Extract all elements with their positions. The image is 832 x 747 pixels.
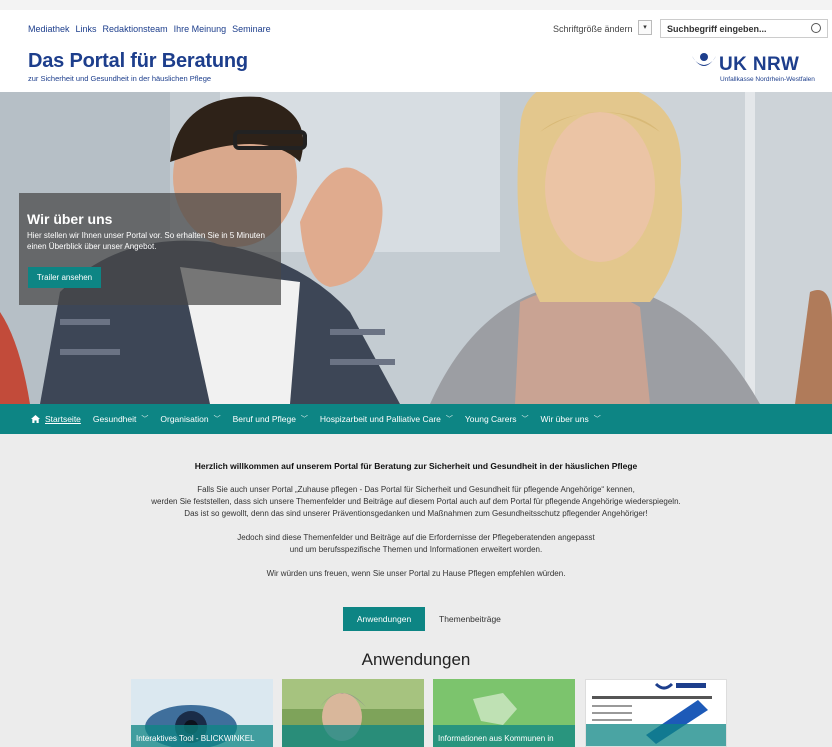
chevron-down-icon: ▾ [643, 24, 647, 31]
nav-beruf-und-pflege[interactable]: Beruf und Pflege ﹀ [233, 414, 308, 424]
welcome-text: Wir würden uns freuen, wenn Sie unser Po… [266, 569, 566, 578]
home-icon [31, 415, 40, 423]
welcome-section: Herzlich willkommen auf unserem Portal f… [0, 460, 832, 580]
card-kommunen[interactable]: Informationen aus Kommunen in [433, 679, 575, 747]
card-2[interactable] [282, 679, 424, 747]
chevron-down-icon: ﹀ [593, 416, 601, 423]
topnav-redaktionsteam[interactable]: Redaktionsteam [103, 24, 168, 34]
welcome-text: und um berufsspezifische Themen und Info… [289, 545, 543, 554]
nav-label: Gesundheit [92, 414, 137, 424]
logo-text: UK NRW [719, 54, 800, 75]
page-subtitle: zur Sicherheit und Gesundheit in der häu… [28, 74, 212, 83]
nav-label: Young Carers [464, 414, 517, 424]
hero-title: Wir über uns [27, 211, 113, 227]
card-caption: Informationen aus Kommunen in [433, 725, 575, 747]
nav-organisation[interactable]: Organisation ﹀ [160, 414, 220, 424]
card-selbstbewertung[interactable] [585, 679, 727, 747]
chevron-down-icon: ﹀ [521, 416, 529, 423]
content-tabs: Anwendungen Themenbeiträge [343, 607, 501, 631]
topnav-ihre-meinung[interactable]: Ihre Meinung [174, 24, 227, 34]
hero-overlay: Wir über uns Hier stellen wir Ihnen unse… [19, 193, 281, 305]
chevron-down-icon: ﹀ [445, 416, 453, 423]
topnav-seminare[interactable]: Seminare [232, 24, 271, 34]
topnav-mediathek[interactable]: Mediathek [28, 24, 70, 34]
fontsize-dropdown[interactable]: ▾ [638, 20, 652, 35]
card-caption: Interaktives Tool - BLICKWINKEL [131, 725, 273, 747]
chevron-down-icon: ﹀ [300, 416, 308, 423]
section-title: Anwendungen [361, 650, 471, 669]
main-nav: Startseite Gesundheit ﹀ Organisation ﹀ Ber… [0, 404, 832, 434]
top-header: Mediathek Links Redaktionsteam Ihre Mein… [0, 0, 832, 92]
nav-label: Beruf und Pflege [232, 414, 296, 424]
nav-label: Startseite [45, 414, 81, 424]
nav-label: Organisation [160, 414, 209, 424]
welcome-heading: Herzlich willkommen auf unserem Portal f… [194, 461, 638, 471]
card-blickwinkel[interactable]: Interaktives Tool - BLICKWINKEL [131, 679, 273, 747]
fontsize-label: Schriftgröße ändern [553, 24, 633, 34]
welcome-text: werden Sie feststellen, dass sich unsere… [151, 497, 681, 506]
chevron-down-icon: ﹀ [141, 416, 149, 423]
trailer-button[interactable]: Trailer ansehen [28, 267, 101, 288]
card-caption [282, 725, 424, 747]
welcome-text: Das ist so gewollt, denn das sind unsere… [184, 509, 648, 518]
tab-themenbeitraege[interactable]: Themenbeiträge [439, 614, 501, 624]
uk-nrw-logo-mark [692, 53, 716, 66]
chevron-down-icon: ﹀ [213, 416, 221, 423]
nav-gesundheit[interactable]: Gesundheit ﹀ [93, 414, 148, 424]
top-nav: Mediathek Links Redaktionsteam Ihre Mein… [28, 24, 271, 34]
nav-hospizarbeit[interactable]: Hospizarbeit und Palliative Care ﹀ [320, 414, 453, 424]
nav-wir-ueber-uns[interactable]: Wir über uns ﹀ [541, 414, 601, 424]
nav-label: Wir über uns [540, 414, 589, 424]
nav-startseite[interactable]: Startseite [31, 414, 81, 424]
welcome-text: Jedoch sind diese Themenfelder und Beitr… [237, 533, 595, 542]
uk-nrw-logo[interactable]: UK NRW Unfallkasse Nordrhein-Westfalen [690, 52, 832, 88]
welcome-text: Falls Sie auch unser Portal „Zuhause pfl… [197, 485, 635, 494]
tab-anwendungen[interactable]: Anwendungen [343, 607, 425, 631]
search-input[interactable]: Suchbegriff eingeben... [660, 19, 828, 38]
hero-banner: Wir über uns Hier stellen wir Ihnen unse… [0, 92, 832, 404]
browser-strip [0, 0, 832, 10]
nav-label: Hospizarbeit und Palliative Care [319, 414, 441, 424]
logo-subtext: Unfallkasse Nordrhein-Westfalen [720, 76, 815, 83]
nav-young-carers[interactable]: Young Carers ﹀ [465, 414, 529, 424]
card-caption [586, 724, 726, 746]
page-title[interactable]: Das Portal für Beratung [28, 50, 248, 73]
search-placeholder: Suchbegriff eingeben... [667, 24, 767, 34]
hero-text: Hier stellen wir Ihnen unser Portal vor.… [27, 231, 265, 251]
search-icon[interactable] [811, 23, 821, 33]
topnav-links[interactable]: Links [76, 24, 97, 34]
